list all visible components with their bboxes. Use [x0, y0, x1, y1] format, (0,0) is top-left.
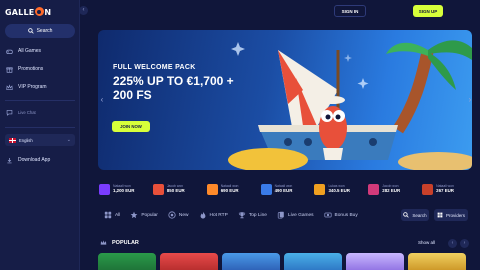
category-new[interactable]: New — [168, 211, 189, 219]
game-thumbnail — [99, 183, 110, 195]
sign-up-button[interactable]: SIGN UP — [413, 5, 443, 17]
category-hot-rtp[interactable]: Hot RTP — [199, 211, 228, 219]
banner-copy: FULL WELCOME PACK 225% UP TO €1,700 + 20… — [113, 64, 253, 102]
download-icon — [7, 157, 12, 163]
game-thumbnail — [260, 183, 272, 195]
join-now-button[interactable]: JOIN NOW — [112, 121, 150, 132]
sidebar-item-promotions[interactable]: Promotions — [0, 62, 80, 76]
download-app-button[interactable]: Download App — [0, 153, 80, 167]
carousel-prev-button[interactable]: ‹ — [448, 239, 457, 248]
game-card[interactable] — [160, 253, 218, 270]
category-bar: All Popular New Hot RTP Top Line Live Ga… — [98, 207, 472, 223]
carousel-next-button[interactable]: › — [460, 239, 469, 248]
game-thumbnail — [206, 183, 218, 195]
grid-icon — [104, 211, 112, 219]
game-thumbnail — [368, 183, 380, 195]
providers-icon — [437, 212, 443, 218]
chevron-down-icon: ⌄ — [66, 137, 71, 143]
popular-section-header: POPULAR — [100, 239, 139, 246]
sidebar-divider — [5, 100, 75, 101]
game-card[interactable] — [346, 253, 404, 270]
game-card[interactable] — [284, 253, 342, 270]
trophy-icon — [238, 212, 245, 219]
show-all-link[interactable]: Show all — [418, 240, 435, 245]
sign-in-button[interactable]: SIGN IN — [334, 5, 366, 17]
game-card[interactable] — [98, 253, 156, 270]
banner-eyebrow: FULL WELCOME PACK — [113, 64, 196, 71]
win-item[interactable]: Nataali won 267 EUR — [421, 180, 472, 198]
gift-icon — [6, 66, 13, 73]
popular-games-row — [98, 253, 478, 270]
star-icon — [130, 211, 138, 219]
game-thumbnail — [314, 183, 326, 195]
cards-icon — [277, 211, 284, 219]
win-item[interactable]: Jacob won 282 EUR — [367, 180, 418, 198]
crown-icon — [100, 240, 107, 245]
game-search-button[interactable]: Search — [401, 209, 429, 221]
uk-flag-icon — [9, 137, 16, 143]
banner-headline: 225% UP TO €1,700 + 200 FS — [113, 74, 234, 102]
win-item[interactable]: Nataali won 1,200 EUR — [98, 180, 149, 198]
sidebar-item-live-chat[interactable]: Live Chat — [0, 105, 80, 119]
language-label: English — [19, 137, 33, 143]
win-item[interactable]: Nataali won 690 EUR — [206, 180, 257, 198]
category-all[interactable]: All — [104, 211, 120, 219]
popular-title: POPULAR — [112, 239, 139, 246]
win-item[interactable]: Jacob won 850 EUR — [152, 180, 203, 198]
gamepad-icon — [6, 49, 13, 54]
sidebar: GALLE N Search All Games Promotions VIP P… — [0, 0, 80, 270]
banner-next-arrow[interactable]: › — [466, 93, 474, 107]
game-thumbnail — [422, 183, 434, 195]
chat-icon — [6, 109, 13, 116]
category-bonus-buy[interactable]: Bonus Buy — [323, 211, 358, 219]
sidebar-search-button[interactable]: Search — [5, 24, 75, 38]
search-icon — [27, 28, 34, 34]
collapse-sidebar-button[interactable]: ‹ — [79, 6, 88, 15]
banner-prev-arrow[interactable]: ‹ — [98, 93, 106, 107]
language-selector[interactable]: English ⌄ — [5, 134, 75, 146]
win-item[interactable]: Nataali won 490 EUR — [260, 180, 311, 198]
new-badge-icon — [168, 211, 176, 219]
recent-wins-ticker: Nataali won 1,200 EUR Jacob won 850 EUR Na… — [98, 180, 472, 198]
category-popular[interactable]: Popular — [130, 211, 158, 219]
fire-icon — [200, 211, 205, 219]
logo-o-icon — [34, 7, 44, 16]
sidebar-divider — [5, 127, 75, 128]
game-card[interactable] — [408, 253, 466, 270]
brand-logo[interactable]: GALLE N — [5, 7, 51, 17]
crown-icon — [6, 83, 13, 90]
category-live-games[interactable]: Live Games — [277, 211, 314, 219]
bonus-icon — [323, 212, 332, 218]
game-card[interactable] — [222, 253, 280, 270]
category-top-line[interactable]: Top Line — [238, 211, 267, 219]
promo-banner[interactable]: FULL WELCOME PACK 225% UP TO €1,700 + 20… — [98, 30, 472, 170]
sidebar-item-vip-program[interactable]: VIP Program — [0, 80, 80, 94]
providers-button[interactable]: Providers — [434, 209, 468, 221]
sidebar-item-all-games[interactable]: All Games — [0, 44, 80, 58]
search-icon — [403, 212, 410, 218]
win-item[interactable]: Lukas won 340.5 EUR — [313, 180, 364, 198]
sidebar-search-label: Search — [36, 28, 53, 34]
game-thumbnail — [152, 183, 164, 195]
